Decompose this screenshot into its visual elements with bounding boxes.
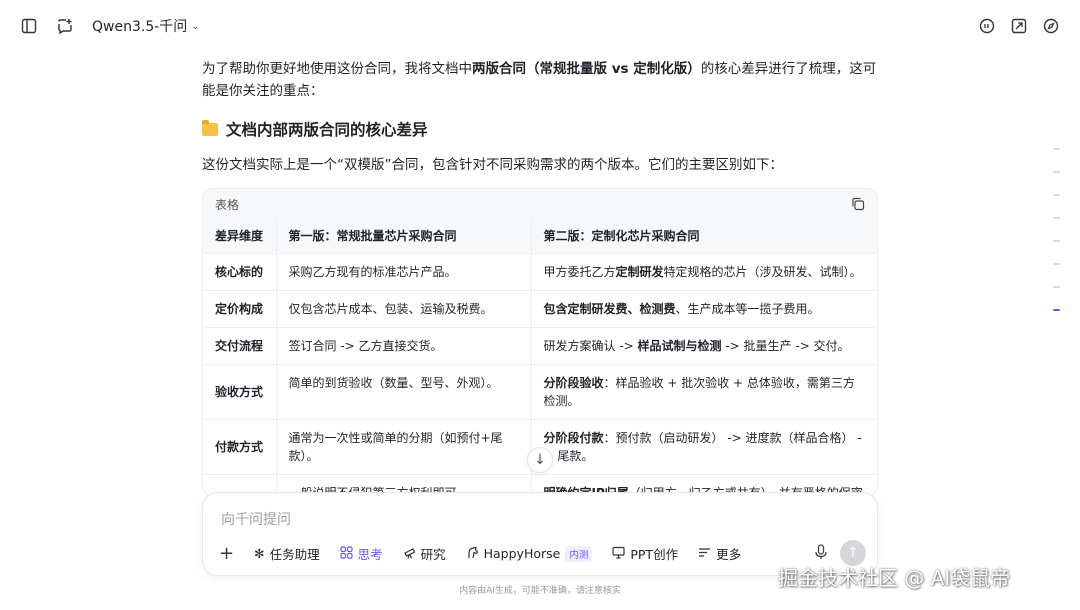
table-header-row: 差异维度 第一版：常规批量芯片采购合同 第二版：定制化芯片采购合同: [203, 219, 877, 254]
minimap-mark[interactable]: [1053, 217, 1060, 219]
minimap-mark[interactable]: [1053, 263, 1060, 265]
cell-text: 研发方案确认 ->: [543, 339, 638, 353]
cell-text: 特定规格的芯片（涉及研发、试制）。: [663, 265, 862, 279]
column-header: 差异维度: [203, 219, 277, 254]
minimap-mark[interactable]: [1053, 194, 1060, 196]
presentation-icon: [612, 546, 625, 562]
minimap-mark[interactable]: [1053, 240, 1060, 242]
column-header: 第一版：常规批量芯片采购合同: [276, 219, 532, 254]
table-header-bar: 表格: [203, 189, 877, 219]
version1-cell: 签订合同 -> 乙方直接交货。: [276, 327, 532, 365]
cell-bold: 定制研发: [615, 265, 664, 279]
version2-cell: 分阶段验收：样品验收 + 批次验收 + 总体验收，需第三方检测。: [531, 364, 877, 420]
tool-label: 更多: [716, 547, 742, 562]
intro-text: 为了帮助你更好地使用这份合同，我将文档中: [202, 61, 472, 77]
tool-label: PPT创作: [630, 547, 679, 562]
share-icon[interactable]: [1010, 17, 1028, 35]
table-row: 定价构成 仅包含芯片成本、包装、运输及税费。 包含定制研发费、检测费、生产成本等一揽…: [203, 290, 877, 328]
cell-text: 甲方委托乙方: [543, 265, 616, 279]
version1-cell: 通常为一次性或简单的分期（如预付+尾款）。: [276, 419, 532, 475]
section-title: 文档内部两版合同的核心差异: [226, 121, 428, 139]
table-row: 交付流程 签订合同 -> 乙方直接交货。 研发方案确认 -> 样品试制与检测 -> …: [203, 327, 877, 365]
model-selector[interactable]: Qwen3.5-千问 ⌄: [92, 16, 200, 36]
row-dimension: 核心标的: [203, 253, 277, 291]
menu-icon: [698, 546, 711, 562]
tool-label: 思考: [357, 547, 383, 562]
chat-input[interactable]: 向千问提问: [221, 509, 291, 529]
arrow-down-icon: ↓: [534, 452, 546, 468]
input-toolbar: + ✻ 任务助理 思考 研究 HappyHorse 内测 PPT创作 更多: [219, 543, 741, 564]
tool-label: 研究: [420, 547, 446, 562]
version1-cell: 仅包含芯片成本、包装、运输及税费。: [276, 290, 532, 328]
telescope-icon: [403, 546, 416, 562]
table-row: 验收方式 简单的到货验收（数量、型号、外观）。 分阶段验收：样品验收 + 批次验收 …: [203, 364, 877, 420]
version2-cell: 甲方委托乙方定制研发特定规格的芯片（涉及研发、试制）。: [531, 253, 877, 291]
top-right-actions: [978, 17, 1060, 35]
table-row: 核心标的 采购乙方现有的标准芯片产品。 甲方委托乙方定制研发特定规格的芯片（涉及研发…: [203, 253, 877, 291]
tool-ppt[interactable]: PPT创作: [612, 544, 678, 563]
cell-text: -> 批量生产 -> 交付。: [721, 339, 850, 353]
section-heading: 文档内部两版合同的核心差异: [202, 118, 878, 140]
cell-bold: 分阶段付款: [543, 431, 604, 445]
chat-input-box[interactable]: 向千问提问 + ✻ 任务助理 思考 研究 HappyHorse 内测 PPT创作…: [202, 492, 878, 576]
description-paragraph: 这份文档实际上是一个“双模版”合同，包含针对不同采购需求的两个版本。它们的主要区…: [202, 157, 783, 173]
cell-bold: 分阶段验收: [543, 376, 604, 390]
column-header: 第二版：定制化芯片采购合同: [531, 219, 877, 254]
cell-bold: 包含定制研发费、检测费: [543, 302, 676, 316]
version2-cell: 分阶段付款：预付款（启动研发） -> 进度款（样品合格） -> 尾款。: [531, 419, 877, 475]
arrow-up-icon: ↑: [847, 545, 859, 561]
intro-bold: 两版合同（常规批量版 vs 定制化版）: [472, 61, 701, 77]
chat-message: 为了帮助你更好地使用这份合同，我将文档中两版合同（常规批量版 vs 定制化版）的…: [202, 58, 878, 176]
clock-icon[interactable]: [978, 17, 996, 35]
row-dimension: 验收方式: [203, 364, 277, 420]
new-chat-icon[interactable]: [56, 17, 74, 35]
tool-label: HappyHorse: [483, 546, 561, 561]
cell-text: 、生产成本等一揽子费用。: [675, 302, 820, 316]
folder-icon: [202, 119, 218, 136]
cell-bold: 样品试制与检测: [637, 339, 722, 353]
add-attachment-icon[interactable]: +: [219, 543, 234, 564]
top-bar: Qwen3.5-千问 ⌄: [0, 0, 1080, 52]
minimap-mark[interactable]: [1053, 148, 1060, 150]
minimap-mark-current[interactable]: [1053, 309, 1060, 311]
beta-badge: 内测: [565, 545, 593, 562]
tool-more[interactable]: 更多: [698, 544, 741, 563]
compass-icon[interactable]: [1042, 17, 1060, 35]
table-label: 表格: [215, 197, 240, 212]
scroll-down-button[interactable]: ↓: [527, 447, 553, 473]
watermark: 掘金技术社区 @ AI袋鼠帝: [778, 566, 1011, 590]
version2-cell: 研发方案确认 -> 样品试制与检测 -> 批量生产 -> 交付。: [531, 327, 877, 365]
asterisk-icon: ✻: [254, 546, 265, 561]
tool-happyhorse[interactable]: HappyHorse 内测: [466, 545, 593, 562]
row-dimension: 付款方式: [203, 419, 277, 475]
chevron-down-icon: ⌄: [191, 20, 200, 32]
copy-icon[interactable]: [851, 197, 865, 211]
sidebar-toggle-icon[interactable]: [20, 17, 38, 35]
horse-icon: [466, 546, 479, 562]
brain-icon: [339, 545, 353, 562]
minimap-mark[interactable]: [1053, 286, 1060, 288]
version1-cell: 简单的到货验收（数量、型号、外观）。: [276, 364, 532, 420]
tool-research[interactable]: 研究: [403, 544, 446, 563]
row-dimension: 交付流程: [203, 327, 277, 365]
version2-cell: 包含定制研发费、检测费、生产成本等一揽子费用。: [531, 290, 877, 328]
minimap-mark[interactable]: [1053, 171, 1060, 173]
conversation-minimap[interactable]: [1053, 148, 1061, 332]
tool-think[interactable]: 思考: [339, 544, 383, 563]
tool-task-assistant[interactable]: ✻ 任务助理: [254, 544, 320, 563]
tool-label: 任务助理: [269, 547, 320, 562]
version1-cell: 采购乙方现有的标准芯片产品。: [276, 253, 532, 291]
model-name-label: Qwen3.5-千问: [92, 19, 188, 35]
microphone-icon[interactable]: [813, 543, 829, 561]
intro-paragraph: 为了帮助你更好地使用这份合同，我将文档中两版合同（常规批量版 vs 定制化版）的…: [202, 58, 878, 102]
row-dimension: 定价构成: [203, 290, 277, 328]
